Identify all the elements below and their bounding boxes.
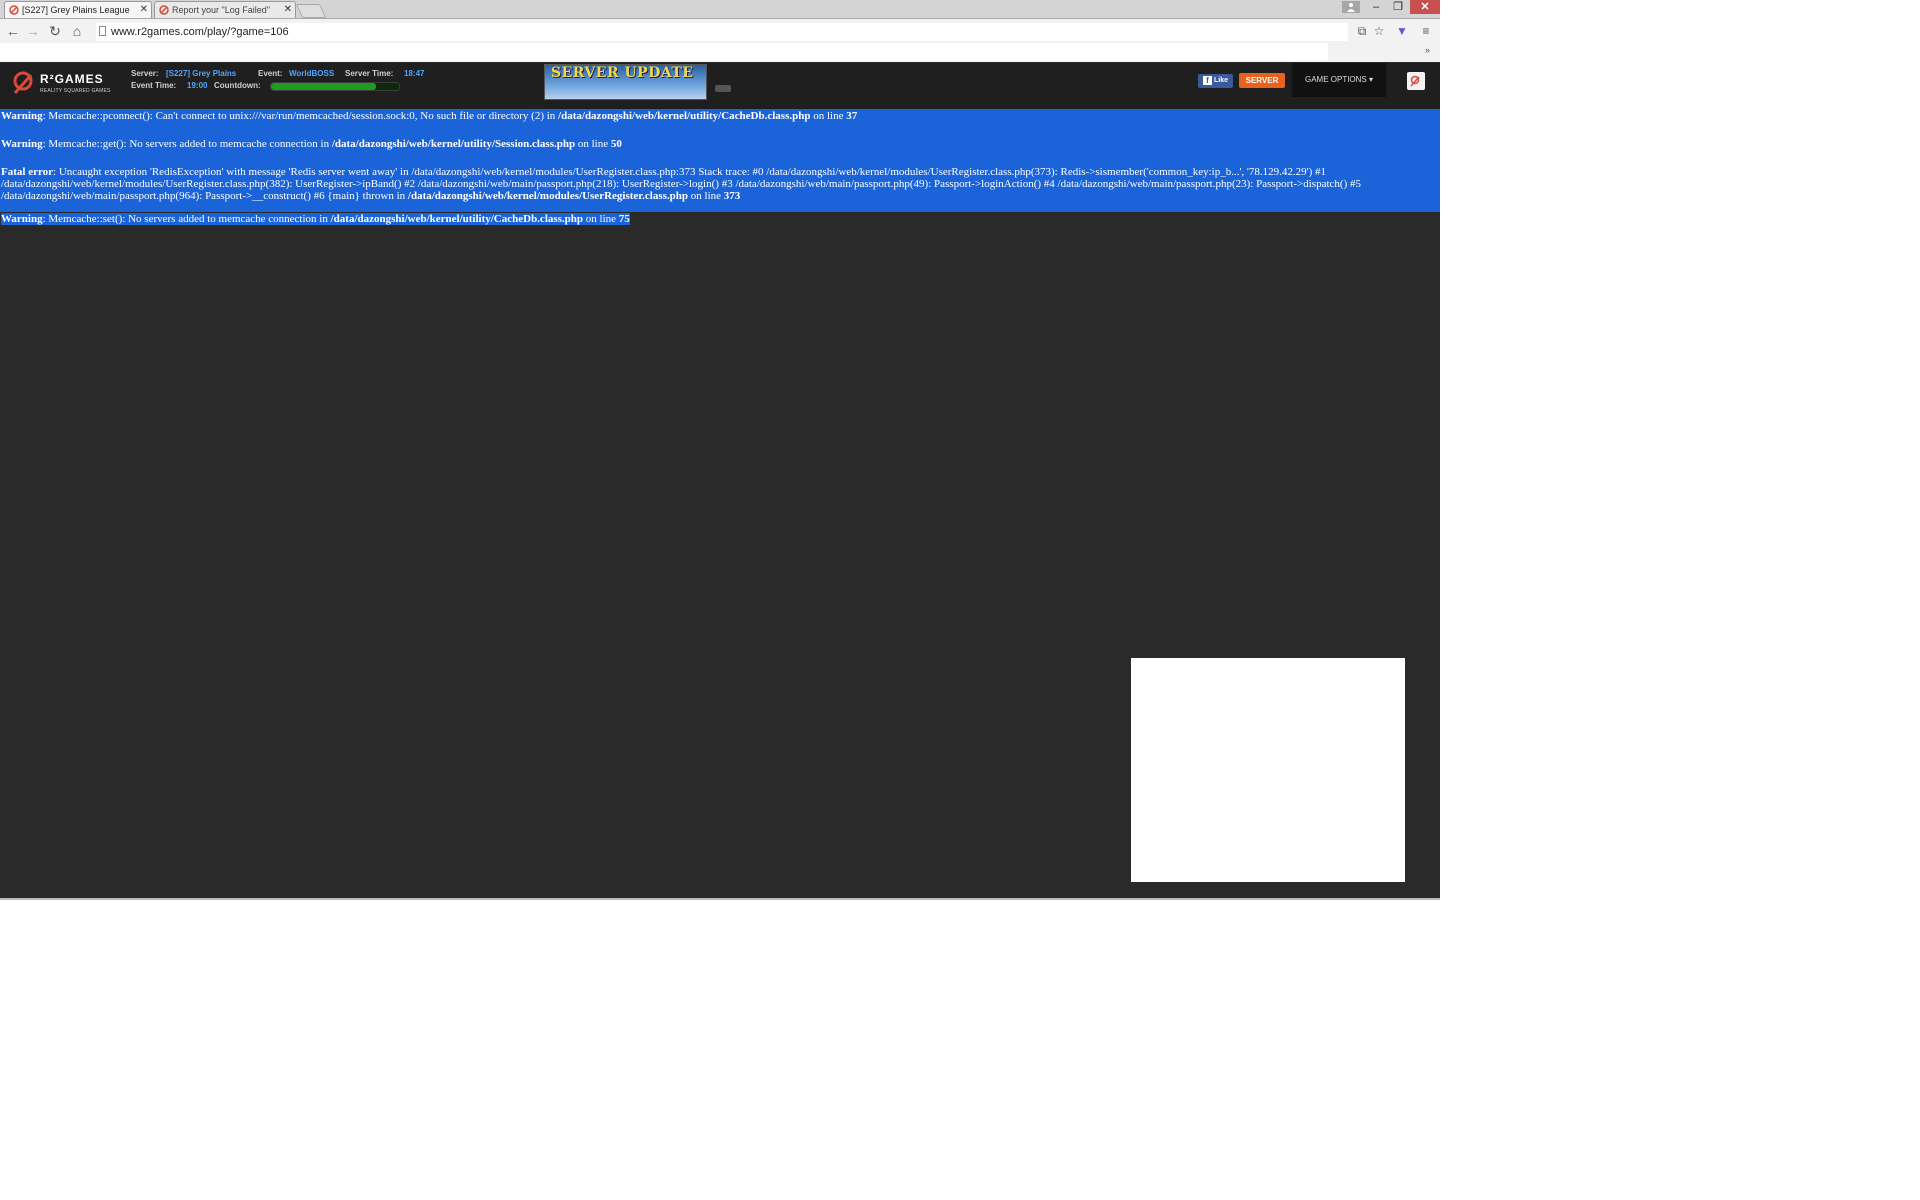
translate-icon[interactable]: ⧉ (1354, 23, 1370, 39)
bookmarks-bar: » (0, 43, 1440, 62)
tab-game[interactable]: [S227] Grey Plains League ✕ (4, 1, 152, 18)
back-arrow-icon[interactable]: ← (4, 22, 22, 40)
r2-exit-icon[interactable] (1407, 72, 1425, 90)
r2games-favicon-icon (159, 5, 169, 15)
event-time-value: 19:00 (187, 81, 208, 90)
r2games-logo[interactable]: R²GAMES REALITY SQUARED GAMES (12, 68, 124, 104)
extension-icon[interactable]: ▼ (1394, 23, 1410, 39)
countdown-progress-bar (270, 82, 400, 91)
close-icon[interactable]: ✕ (284, 2, 292, 18)
close-window-button[interactable]: ✕ (1410, 0, 1440, 14)
warning-get: Warning: Memcache::get(): No servers add… (1, 138, 622, 150)
php-error-output: Warning: Memcache::pconnect(): Can't con… (0, 109, 1440, 226)
forward-arrow-icon[interactable]: → (24, 22, 42, 40)
window-bottom-border (0, 898, 1440, 900)
user-profile-icon[interactable] (1342, 1, 1360, 13)
browser-window: [S227] Grey Plains League ✕ Report your … (0, 0, 1440, 900)
tab-strip: [S227] Grey Plains League ✕ Report your … (0, 0, 1440, 19)
banner-text: SERVER UPDATE (551, 65, 694, 81)
server-time-label: Server Time: (345, 69, 394, 78)
like-label: Like (1213, 77, 1228, 84)
logo-mark-icon (12, 70, 38, 100)
event-value: WorldBOSS (289, 69, 335, 78)
tab-title: Report your "Log Failed" (172, 5, 270, 15)
server-time-value: 18:47 (404, 69, 425, 78)
server-button[interactable]: SERVER (1239, 73, 1285, 88)
chevron-more-icon[interactable]: » (1425, 45, 1430, 55)
new-tab-button[interactable] (295, 4, 327, 18)
address-bar[interactable]: www.r2games.com/play/?game=106 (96, 23, 1348, 41)
facebook-icon: f (1202, 76, 1212, 85)
server-label: Server: (131, 69, 159, 78)
selected-text-block[interactable]: Warning: Memcache::pconnect(): Can't con… (0, 109, 1440, 212)
warning-set[interactable]: Warning: Memcache::set(): No servers add… (0, 212, 1440, 226)
reload-icon[interactable]: ↻ (46, 22, 64, 40)
game-options-menu[interactable]: GAME OPTIONS ▾ (1292, 63, 1386, 97)
event-time-label: Event Time: (131, 81, 177, 90)
r2games-favicon-icon (9, 5, 19, 15)
tab-report[interactable]: Report your "Log Failed" ✕ (154, 1, 296, 18)
url-text: www.r2games.com/play/?game=106 (111, 26, 289, 38)
countdown-label: Countdown: (214, 81, 261, 90)
close-icon[interactable]: ✕ (140, 2, 148, 18)
server-value: [S227] Grey Plains (166, 69, 237, 78)
banner-toggle-icon[interactable] (715, 85, 731, 92)
tab-title: [S227] Grey Plains League (22, 5, 130, 15)
menu-icon[interactable]: ≡ (1418, 23, 1434, 39)
browser-toolbar: ← → ↻ ⌂ www.r2games.com/play/?game=106 ⧉… (0, 19, 1440, 43)
facebook-like-button[interactable]: f Like (1198, 74, 1233, 88)
logo-tagline: REALITY SQUARED GAMES (40, 88, 111, 94)
page-icon (99, 26, 106, 36)
countdown-progress-fill (271, 83, 376, 90)
game-header: R²GAMES REALITY SQUARED GAMES Server: [S… (0, 63, 1440, 110)
minimize-button[interactable]: – (1366, 0, 1386, 14)
warning-pconnect: Warning: Memcache::pconnect(): Can't con… (1, 110, 858, 122)
blank-white-panel (1131, 658, 1405, 882)
maximize-button[interactable]: ❐ (1388, 0, 1408, 14)
fatal-error-redis: Fatal error: Uncaught exception 'RedisEx… (1, 166, 1361, 202)
logo-name: R²GAMES (40, 72, 104, 86)
bookmark-star-icon[interactable]: ☆ (1371, 23, 1387, 39)
home-icon[interactable]: ⌂ (68, 22, 86, 40)
server-update-banner[interactable]: SERVER UPDATE (544, 64, 707, 100)
event-label: Event: (258, 69, 283, 78)
